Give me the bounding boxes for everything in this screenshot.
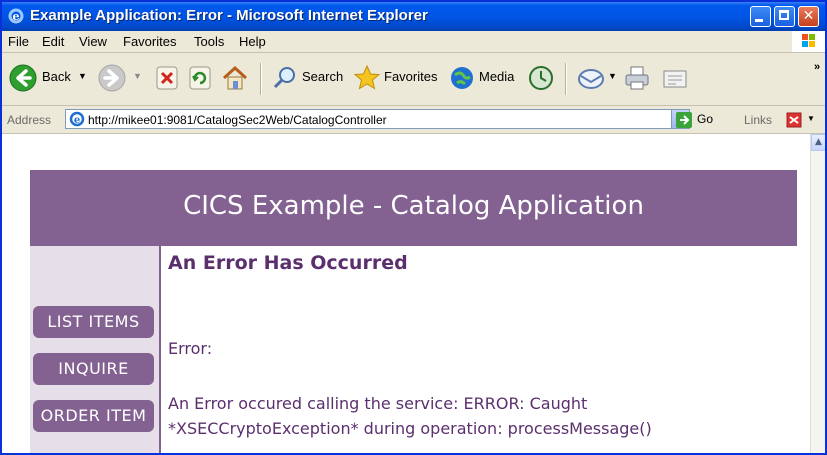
links-label[interactable]: Links [744,113,772,127]
address-label: Address [7,113,52,127]
order-item-button[interactable]: ORDER ITEM [33,400,154,432]
go-button[interactable]: Go [697,112,713,126]
menu-favorites[interactable]: Favorites [123,34,176,49]
stop-icon[interactable] [155,63,180,93]
page-icon: e [69,111,85,127]
mail-icon[interactable] [576,63,606,93]
error-message-line-1: An Error occured calling the service: ER… [168,394,588,413]
title-bar[interactable]: e Example Application: Error - Microsoft… [2,2,825,31]
search-icon[interactable] [270,63,300,93]
toolbar-chevron-icon[interactable]: » [814,61,820,73]
menu-bar: File Edit View Favorites Tools Help [2,31,825,53]
scroll-track[interactable] [811,309,825,419]
refresh-icon[interactable] [188,63,213,93]
favorites-button-label[interactable]: Favorites [384,69,437,84]
toolbar-separator [565,63,567,95]
page-viewport: CICS Example - Catalog Application LIST … [2,134,810,453]
maximize-icon [779,10,789,20]
ie-logo-icon: e [8,8,24,24]
search-button-label[interactable]: Search [302,69,343,84]
menu-tools[interactable]: Tools [194,34,224,49]
links-dropdown-icon[interactable]: ▼ [807,114,815,123]
window-title: Example Application: Error - Microsoft I… [30,7,428,24]
forward-dropdown-icon[interactable]: ▼ [133,71,142,81]
app-banner: CICS Example - Catalog Application [30,170,797,246]
minimize-button[interactable] [750,6,771,27]
edit-icon[interactable] [660,63,690,93]
nav-sidebar: LIST ITEMS INQUIRE ORDER ITEM [30,246,159,453]
media-button-label[interactable]: Media [479,69,514,84]
back-button-label[interactable]: Back [42,69,71,84]
address-url[interactable]: http://mikee01:9081/CatalogSec2Web/Catal… [88,113,387,127]
print-icon[interactable] [622,63,652,93]
back-arrow-icon[interactable] [8,63,38,93]
forward-arrow-icon[interactable] [97,63,127,93]
history-icon[interactable] [526,63,556,93]
menu-file[interactable]: File [8,34,29,49]
banner-title: CICS Example - Catalog Application [183,191,644,221]
go-arrow-icon[interactable] [675,111,693,129]
maximize-button[interactable] [774,6,795,27]
minimize-icon [755,19,763,22]
toolbar-separator [260,63,262,95]
home-icon[interactable] [220,63,250,93]
browser-window: e Example Application: Error - Microsoft… [0,0,827,455]
close-icon: ✕ [802,8,815,24]
error-message-line-2: *XSECCryptoException* during operation: … [168,419,652,438]
svg-text:e: e [74,115,80,126]
sidebar-divider [159,246,161,453]
error-label: Error: [168,339,213,358]
menu-help[interactable]: Help [239,34,266,49]
scroll-up-arrow-icon[interactable]: ▲ [811,134,825,151]
mail-dropdown-icon[interactable]: ▼ [608,71,617,81]
favorites-star-icon[interactable] [352,63,382,93]
error-heading: An Error Has Occurred [168,252,408,274]
vertical-scrollbar[interactable]: ▲ [810,134,825,453]
links-toolbar-icon[interactable] [785,111,803,129]
back-dropdown-icon[interactable]: ▼ [78,71,87,81]
address-bar: Address e http://mikee01:9081/CatalogSec… [2,106,825,134]
address-field[interactable]: e http://mikee01:9081/CatalogSec2Web/Cat… [65,109,690,129]
windows-logo-icon [792,31,825,52]
list-items-button[interactable]: LIST ITEMS [33,306,154,338]
media-globe-icon[interactable] [448,63,478,93]
svg-text:e: e [13,10,20,23]
close-button[interactable]: ✕ [798,6,819,27]
menu-view[interactable]: View [79,34,107,49]
standard-toolbar: Back ▼ ▼ Search Favorites Media ▼ » [2,53,825,106]
inquire-button[interactable]: INQUIRE [33,353,154,385]
menu-edit[interactable]: Edit [42,34,64,49]
